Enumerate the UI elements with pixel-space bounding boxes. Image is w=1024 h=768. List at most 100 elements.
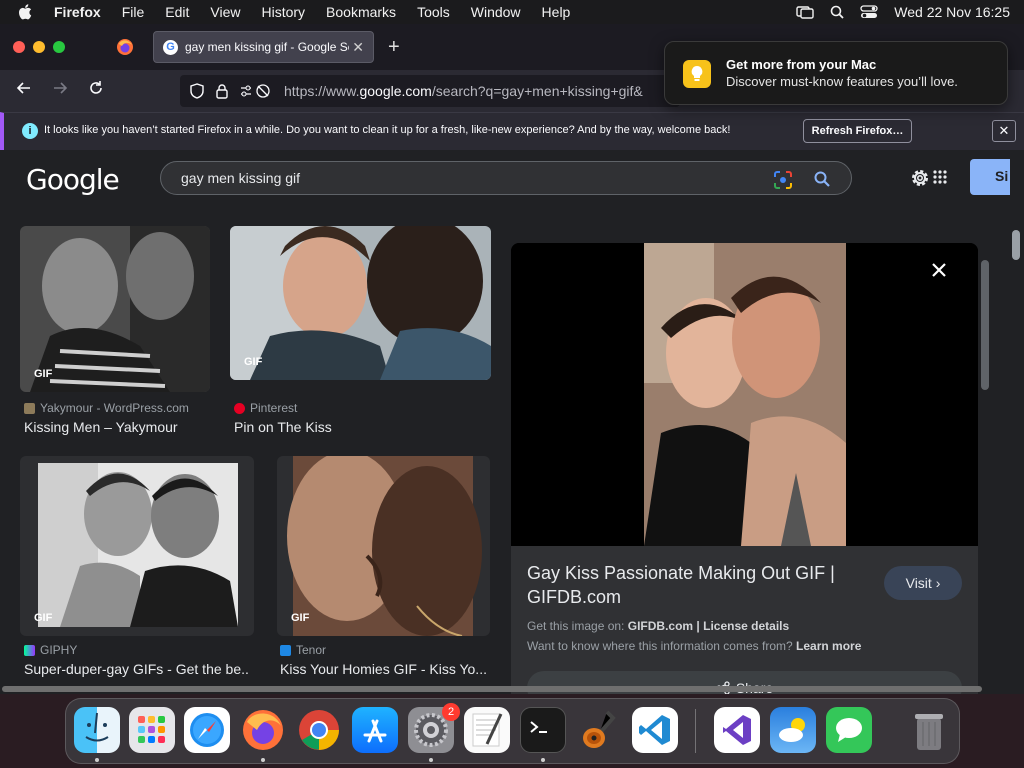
google-header: Google gay men kissing gif Si xyxy=(0,150,1024,226)
panel-scrollbar[interactable] xyxy=(981,260,989,390)
info-source-line: Want to know where this information come… xyxy=(527,639,862,653)
visit-button[interactable]: Visit › xyxy=(884,566,962,600)
chrome-icon[interactable] xyxy=(296,707,342,753)
menu-bar-clock[interactable]: Wed 22 Nov 16:25 xyxy=(894,4,1010,20)
trash-icon[interactable] xyxy=(906,707,952,753)
new-tab-plus-icon[interactable]: + xyxy=(388,36,400,59)
giphy-favicon-icon xyxy=(24,644,35,656)
permissions-icon[interactable] xyxy=(240,83,272,99)
vscode-icon[interactable] xyxy=(632,707,678,753)
google-logo[interactable]: Google xyxy=(26,163,120,196)
tracking-protection-shield-icon[interactable] xyxy=(190,83,204,99)
apple-menu-icon[interactable] xyxy=(18,4,36,20)
garageband-icon[interactable] xyxy=(576,707,622,753)
google-apps-grid-icon[interactable] xyxy=(933,170,947,189)
menu-history[interactable]: History xyxy=(261,4,305,20)
result-source[interactable]: GIPHY xyxy=(24,643,77,657)
info-icon: i xyxy=(22,123,38,139)
forward-arrow-icon[interactable] xyxy=(52,80,68,101)
search-icon[interactable] xyxy=(813,170,831,191)
result-title[interactable]: Kiss Your Homies GIF - Kiss Yo... xyxy=(280,661,488,677)
menu-view[interactable]: View xyxy=(210,4,240,20)
running-indicator xyxy=(429,758,433,762)
control-center-icon[interactable] xyxy=(860,5,878,19)
google-favicon-icon: G xyxy=(163,39,178,55)
result-source[interactable]: Pinterest xyxy=(234,401,297,415)
firefox-view-icon[interactable] xyxy=(116,38,134,56)
menu-window[interactable]: Window xyxy=(471,4,521,20)
address-bar[interactable]: https://www.google.com/search?q=gay+men+… xyxy=(180,75,680,107)
gif-badge: GIF xyxy=(34,612,53,624)
weather-icon[interactable] xyxy=(770,707,816,753)
image-preview-panel: Gay Kiss Passionate Making Out GIF | GIF… xyxy=(511,243,978,694)
chevron-right-icon: › xyxy=(935,575,941,591)
notification-title: Get more from your Mac xyxy=(726,57,877,72)
image-thumbnail[interactable]: GIF xyxy=(277,456,490,636)
close-preview-icon[interactable] xyxy=(931,257,947,285)
menu-edit[interactable]: Edit xyxy=(165,4,189,20)
notification-badge: 2 xyxy=(442,703,460,721)
gif-badge: GIF xyxy=(34,368,53,380)
page-scrollbar[interactable] xyxy=(1012,230,1020,260)
window-zoom-button[interactable] xyxy=(53,41,65,53)
menu-help[interactable]: Help xyxy=(542,4,571,20)
macos-notification[interactable]: Get more from your Mac Discover must-kno… xyxy=(664,41,1008,105)
wordpress-favicon-icon xyxy=(24,402,35,414)
tab-google-search[interactable]: G gay men kissing gif - Google Se ✕ xyxy=(153,31,374,63)
menu-tools[interactable]: Tools xyxy=(417,4,450,20)
window-minimize-button[interactable] xyxy=(33,41,45,53)
image-thumbnail[interactable]: GIF xyxy=(20,456,254,636)
url-text: https://www.google.com/search?q=gay+men+… xyxy=(284,83,643,99)
messages-icon[interactable] xyxy=(826,707,872,753)
finder-icon[interactable] xyxy=(74,707,120,753)
tab-close-icon[interactable]: ✕ xyxy=(352,39,364,56)
visual-studio-icon[interactable] xyxy=(714,707,760,753)
macos-menu-bar: Firefox File Edit View History Bookmarks… xyxy=(0,0,1024,24)
firefox-refresh-infobar: i It looks like you haven’t started Fire… xyxy=(0,112,1024,150)
spotlight-search-icon[interactable] xyxy=(830,5,844,19)
terminal-icon[interactable] xyxy=(520,707,566,753)
safari-icon[interactable] xyxy=(184,707,230,753)
back-arrow-icon[interactable] xyxy=(16,80,32,101)
image-thumbnail[interactable]: GIF xyxy=(20,226,210,392)
launchpad-icon[interactable] xyxy=(129,707,175,753)
tenor-favicon-icon xyxy=(280,644,291,656)
result-title[interactable]: Pin on The Kiss xyxy=(234,419,484,435)
menu-app-name[interactable]: Firefox xyxy=(54,4,101,20)
preview-image-viewer[interactable] xyxy=(511,243,978,546)
result-title[interactable]: Kissing Men – Yakymour xyxy=(24,419,224,435)
refresh-firefox-button[interactable]: Refresh Firefox… xyxy=(803,119,912,143)
firefox-icon[interactable] xyxy=(240,707,286,753)
result-source[interactable]: Yakymour - WordPress.com xyxy=(24,401,189,415)
window-close-button[interactable] xyxy=(13,41,25,53)
notification-body: Discover must-know features you’ll love. xyxy=(726,74,958,89)
menu-file[interactable]: File xyxy=(122,4,145,20)
google-lens-icon[interactable] xyxy=(773,170,793,193)
running-indicator xyxy=(261,758,265,762)
tips-lightbulb-icon xyxy=(683,60,711,88)
reload-icon[interactable] xyxy=(88,80,104,101)
result-source[interactable]: Tenor xyxy=(280,643,326,657)
infobar-message: It looks like you haven’t started Firefo… xyxy=(44,124,731,136)
textedit-icon[interactable] xyxy=(464,707,510,753)
horizontal-scrollbar[interactable] xyxy=(2,686,982,692)
lock-icon[interactable] xyxy=(216,83,228,99)
result-title[interactable]: Super-duper-gay GIFs - Get the be... xyxy=(24,661,250,677)
learn-more-link[interactable]: Learn more xyxy=(796,639,861,653)
tab-title: gay men kissing gif - Google Se xyxy=(185,40,349,54)
sign-in-button[interactable]: Si xyxy=(970,159,1010,195)
gif-badge: GIF xyxy=(244,356,263,368)
preview-title[interactable]: Gay Kiss Passionate Making Out GIF | GIF… xyxy=(527,561,847,609)
google-images-page: Google gay men kissing gif Si GIF Yakymo… xyxy=(0,150,1024,694)
infobar-close-icon[interactable]: ✕ xyxy=(992,120,1016,142)
running-indicator xyxy=(95,758,99,762)
settings-gear-icon[interactable] xyxy=(910,168,930,193)
screen-mirroring-icon[interactable] xyxy=(796,5,814,19)
image-source-link[interactable]: GIFDB.com xyxy=(628,619,693,633)
firefox-window: G gay men kissing gif - Google Se ✕ + ht… xyxy=(0,24,1024,694)
search-input[interactable]: gay men kissing gif xyxy=(160,161,852,195)
license-details-link[interactable]: License details xyxy=(703,619,789,633)
app-store-icon[interactable] xyxy=(352,707,398,753)
image-thumbnail[interactable]: GIF xyxy=(230,226,491,380)
menu-bookmarks[interactable]: Bookmarks xyxy=(326,4,396,20)
